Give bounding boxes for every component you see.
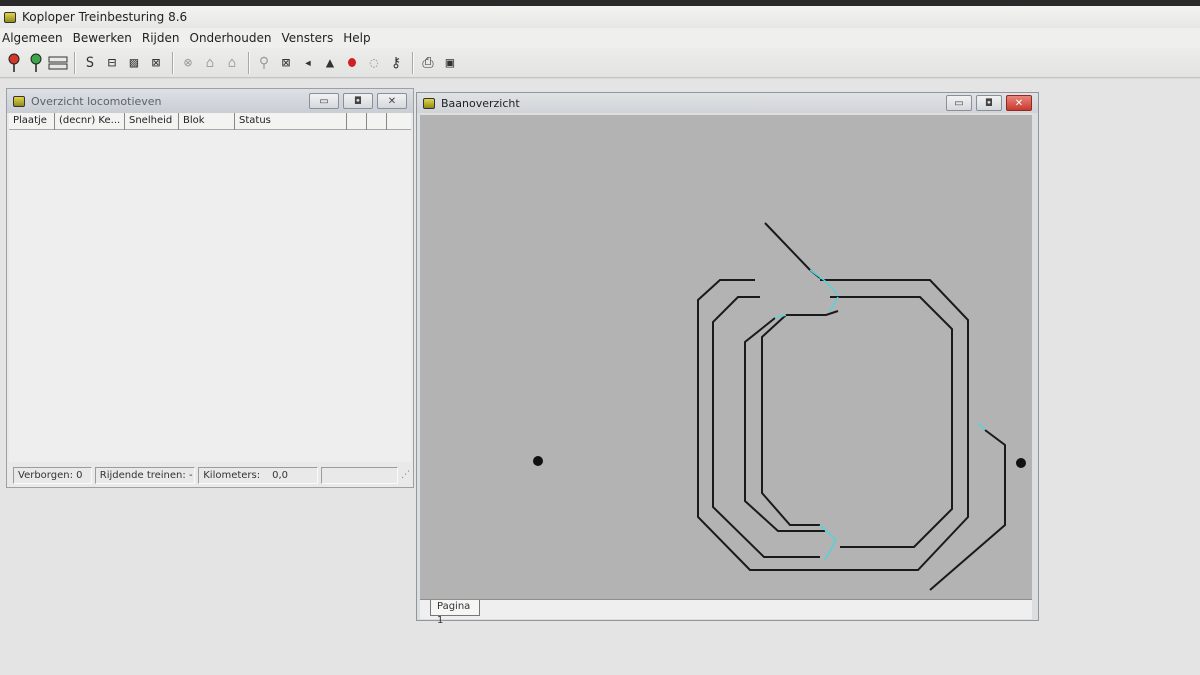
green-signal-icon[interactable] bbox=[26, 52, 46, 74]
track-endpoint-icon bbox=[533, 456, 543, 466]
menu-rijden[interactable]: Rijden bbox=[139, 31, 187, 45]
col-extra-2[interactable] bbox=[367, 113, 387, 130]
switch-marker bbox=[977, 422, 986, 431]
km-label: Kilometers: bbox=[203, 469, 261, 481]
s-icon[interactable]: S bbox=[80, 52, 100, 74]
km-value: 0,0 bbox=[272, 469, 289, 481]
toolbar-separator bbox=[248, 51, 250, 74]
bell-icon[interactable]: ⌂ bbox=[222, 52, 242, 74]
loco-table-header: Plaatje (decnr) Ke... Snelheid Blok Stat… bbox=[9, 113, 411, 130]
track-icon[interactable]: ⊟ bbox=[102, 52, 122, 74]
track-segment bbox=[761, 310, 839, 526]
loco-statusbar: Verborgen: 0 Rijdende treinen: - Kilomet… bbox=[9, 465, 411, 485]
status-empty bbox=[321, 466, 399, 484]
house-icon[interactable]: ⌂ bbox=[200, 52, 220, 74]
kilometers: Kilometers: 0,0 bbox=[198, 466, 319, 484]
stop-icon[interactable] bbox=[342, 52, 362, 74]
block-icon[interactable] bbox=[48, 52, 68, 74]
hidden-count: Verborgen: 0 bbox=[13, 466, 92, 484]
col-blok[interactable]: Blok bbox=[179, 113, 235, 130]
menu-algemeen[interactable]: Algemeen bbox=[0, 31, 70, 45]
track-segment bbox=[764, 222, 821, 279]
track-segment bbox=[697, 279, 760, 571]
page-tabbar: Pagina 1 bbox=[420, 599, 1032, 626]
menu-bewerken[interactable]: Bewerken bbox=[70, 31, 139, 45]
resize-grip-icon[interactable]: ⋰ bbox=[401, 470, 411, 480]
switch-marker bbox=[809, 269, 825, 281]
track-window-title: Baanoverzicht bbox=[441, 96, 520, 110]
detector-icon[interactable]: ⊗ bbox=[178, 52, 198, 74]
loco-window-titlebar[interactable]: Overzicht locomotieven ▭ ◘ ✕ bbox=[7, 89, 413, 113]
maximize-button[interactable]: ◘ bbox=[343, 93, 373, 109]
minimize-button[interactable]: ▭ bbox=[946, 95, 972, 111]
switch-marker bbox=[829, 296, 839, 312]
track-layout bbox=[533, 222, 1026, 591]
menu-onderhouden[interactable]: Onderhouden bbox=[187, 31, 279, 45]
loco-window-title: Overzicht locomotieven bbox=[31, 94, 162, 108]
speaker-icon[interactable]: ◂ bbox=[298, 52, 318, 74]
cancel-icon[interactable]: ⊠ bbox=[276, 52, 296, 74]
toolbar-separator bbox=[172, 51, 174, 74]
excel-icon[interactable]: ▣ bbox=[440, 52, 460, 74]
track-segment bbox=[712, 296, 820, 558]
maximize-button[interactable]: ◘ bbox=[976, 95, 1002, 111]
switch-marker bbox=[824, 539, 837, 561]
switch-marker bbox=[819, 524, 837, 541]
close-button[interactable]: ✕ bbox=[1006, 95, 1032, 111]
col-decnr[interactable]: (decnr) Ke... bbox=[55, 113, 125, 130]
red-signal-icon[interactable] bbox=[4, 52, 24, 74]
app-icon bbox=[4, 11, 16, 23]
print-icon[interactable]: ⎙ bbox=[418, 52, 438, 74]
track-segment bbox=[830, 296, 953, 548]
app-title: Koploper Treinbesturing 8.6 bbox=[22, 10, 188, 24]
col-extra-1[interactable] bbox=[347, 113, 367, 130]
toolbar-separator bbox=[412, 51, 414, 74]
driving-trains: Rijdende treinen: - bbox=[94, 466, 196, 484]
close-button[interactable]: ✕ bbox=[377, 93, 407, 109]
menu-vensters[interactable]: Vensters bbox=[278, 31, 340, 45]
app-titlebar: Koploper Treinbesturing 8.6 bbox=[0, 6, 1200, 28]
loco-list[interactable] bbox=[9, 130, 411, 462]
window-icon bbox=[13, 95, 25, 107]
track-endpoint-icon bbox=[1016, 458, 1026, 468]
key-icon[interactable]: ⚷ bbox=[386, 52, 406, 74]
track-window-titlebar[interactable]: Baanoverzicht ▭ ◘ ✕ bbox=[417, 93, 1038, 113]
menu-help[interactable]: Help bbox=[340, 31, 377, 45]
toolbar: S ⊟ ▨ ⊠ ⊗ ⌂ ⌂ ⚲ ⊠ ◂ ▲ ◌ ⚷ ⎙ ▣ bbox=[0, 48, 1200, 78]
track-canvas[interactable] bbox=[420, 115, 1032, 599]
clock-icon[interactable]: ◌ bbox=[364, 52, 384, 74]
track-segment bbox=[760, 279, 969, 571]
col-status[interactable]: Status bbox=[235, 113, 347, 130]
switch-marker bbox=[823, 279, 839, 296]
window-icon bbox=[423, 97, 435, 109]
track-overview-window: Baanoverzicht ▭ ◘ ✕ Pagina 1 bbox=[416, 92, 1039, 626]
settings-icon[interactable]: ⚲ bbox=[254, 52, 274, 74]
switch-icon[interactable]: ▨ bbox=[124, 52, 144, 74]
loco-overview-window: Overzicht locomotieven ▭ ◘ ✕ Plaatje (de… bbox=[6, 88, 414, 488]
minimize-button[interactable]: ▭ bbox=[309, 93, 339, 109]
loco-icon[interactable]: ▲ bbox=[320, 52, 340, 74]
track-segment bbox=[744, 317, 825, 532]
tab-pagina-1[interactable]: Pagina 1 bbox=[430, 600, 480, 626]
crossing-icon[interactable]: ⊠ bbox=[146, 52, 166, 74]
col-snelheid[interactable]: Snelheid bbox=[125, 113, 179, 130]
menubar: Algemeen Bewerken Rijden Onderhouden Ven… bbox=[0, 28, 1200, 48]
col-plaatje[interactable]: Plaatje bbox=[9, 113, 55, 130]
toolbar-separator bbox=[74, 51, 76, 74]
